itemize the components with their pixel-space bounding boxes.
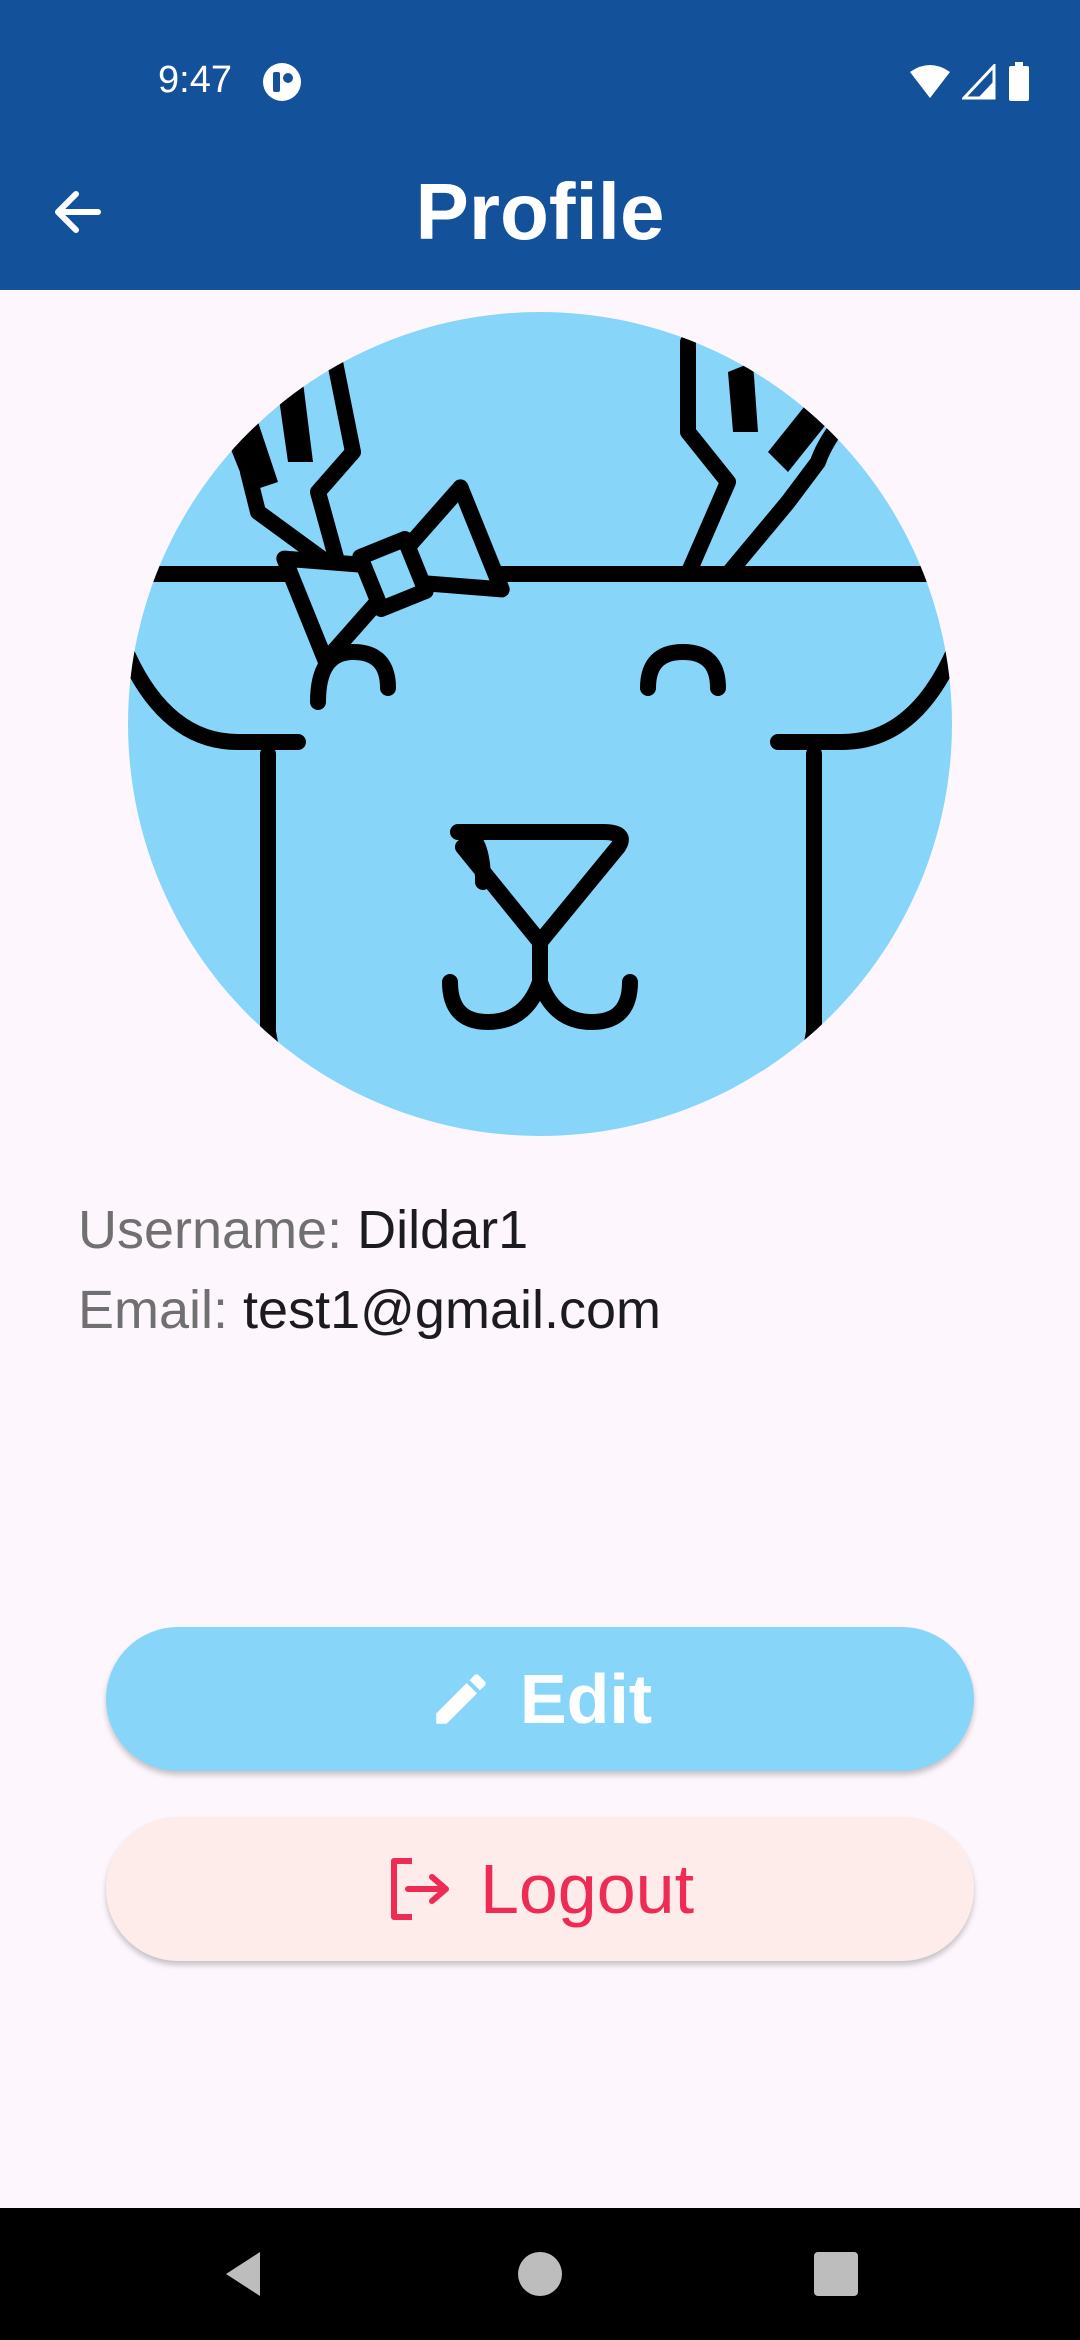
edit-button[interactable]: Edit	[106, 1627, 974, 1771]
recents-square-icon[interactable]	[808, 2246, 864, 2302]
signal-icon	[962, 64, 996, 100]
home-circle-icon[interactable]	[512, 2246, 568, 2302]
app-bar: 9:47 Profile	[0, 0, 1080, 290]
battery-icon	[1009, 62, 1029, 101]
username-value: Dildar1	[357, 1200, 529, 1260]
back-triangle-icon[interactable]	[216, 2246, 272, 2302]
username-row: Username: Dildar1	[78, 1195, 528, 1265]
wifi-icon	[910, 65, 950, 98]
logout-button-label: Logout	[479, 1850, 695, 1928]
email-label: Email:	[78, 1280, 229, 1340]
page-title: Profile	[415, 167, 665, 256]
logout-icon	[390, 1858, 449, 1920]
system-nav-bar	[0, 2208, 1080, 2340]
logout-button[interactable]: Logout	[106, 1817, 974, 1961]
email-row: Email: test1@gmail.com	[78, 1275, 661, 1345]
email-value: test1@gmail.com	[243, 1280, 661, 1340]
deer-avatar[interactable]	[128, 312, 952, 1136]
status-icons	[910, 60, 1030, 104]
username-label: Username:	[78, 1200, 343, 1260]
edit-button-label: Edit	[519, 1660, 653, 1738]
app-notification-icon	[263, 63, 301, 101]
status-time: 9:47	[158, 59, 232, 101]
pencil-icon	[436, 1674, 486, 1724]
